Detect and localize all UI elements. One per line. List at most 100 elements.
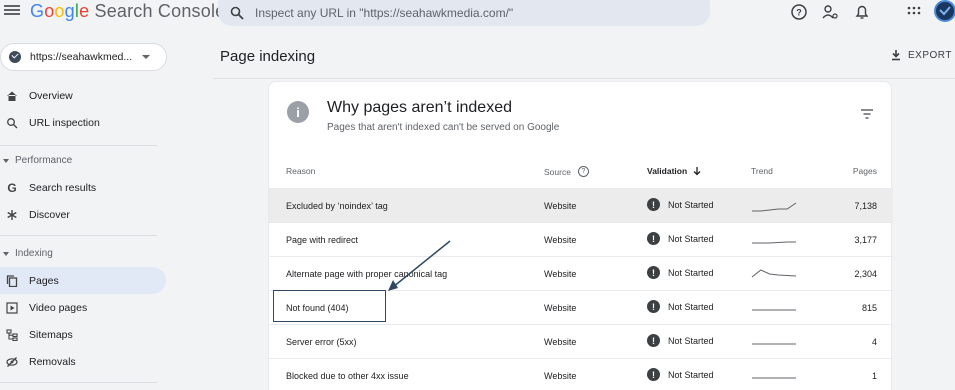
url-inspect-search[interactable] [218,0,710,26]
trend-sparkline [752,241,796,244]
validation-status: Not Started [668,267,714,278]
menu-icon[interactable] [4,3,20,19]
column-header-reason[interactable]: Reason [286,166,315,176]
reason-cell: Server error (5xx) [286,337,357,347]
check-icon [939,6,951,16]
sidebar-item-label: Discover [29,208,70,221]
app-logo[interactable]: Google Search Console [30,1,225,22]
chevron-down-icon [142,55,151,59]
trend-line [752,241,796,244]
section-label: Performance [15,155,73,166]
trend-sparkline [751,269,797,278]
sort-down-arrow-icon [693,167,701,176]
table-row[interactable]: Page with redirect Website! Not Started 3,1… [269,222,893,256]
pages-count: 7,138 [854,201,877,211]
search-icon [230,6,244,20]
export-button[interactable]: EXPORT [890,49,952,61]
apps-grid-icon[interactable] [905,3,923,21]
validation-cell: ! Not Started [647,334,714,347]
why-not-indexed-card: i Why pages aren’t indexed Pages that ar… [268,81,893,390]
logo-letter: G [30,1,45,21]
help-icon[interactable]: ? [577,166,589,177]
url-inspect-input[interactable] [255,6,695,20]
column-header-pages[interactable]: Pages [853,166,877,176]
sidebar-item-sitemaps[interactable]: Sitemaps [0,321,166,348]
column-header-label: Source [544,166,571,177]
filter-icon[interactable] [860,108,874,120]
validation-cell: ! Not Started [647,300,714,313]
column-header-trend[interactable]: Trend [751,166,773,176]
info-icon: i [287,101,309,123]
logo-letter: o [44,1,55,21]
sidebar-item-overview[interactable]: Overview [0,82,166,109]
reason-cell: Page with redirect [286,235,359,245]
sitemap-icon [5,328,19,342]
sidebar-item-label: Search results [29,181,97,194]
sidebar-item-label: Removals [29,355,76,368]
alert-icon: ! [647,266,660,279]
validation-cell: ! Not Started [647,198,714,211]
sidebar-item-pages[interactable]: Pages [0,267,166,294]
sidebar-item-removals[interactable]: Removals [0,348,166,375]
trend-line [752,202,797,212]
validation-cell: ! Not Started [647,368,714,381]
card-subtitle: Pages that aren't indexed can't be serve… [327,122,560,133]
property-selector[interactable]: https://seahawkmed... [0,43,167,71]
validation-status: Not Started [668,335,714,346]
alert-icon: ! [647,198,660,211]
sidebar-divider [0,235,157,236]
home-icon [5,89,19,103]
sidebar-item-label: Sitemaps [29,328,73,341]
source-cell: Website [544,235,577,245]
sidebar-item-video-pages[interactable]: Video pages [0,294,166,321]
alert-icon: ! [647,232,660,245]
source-cell: Website [544,337,577,347]
sidebar-item-discover[interactable]: Discover [0,201,166,228]
table-header: Reason Source? Validation Trend Pages [269,161,893,181]
sidebar-item-label: Pages [29,274,59,287]
removals-icon [5,355,19,369]
logo-product-name: Search Console [94,1,226,21]
validation-cell: ! Not Started [647,266,714,279]
reason-cell: Alternate page with proper canonical tag [286,269,448,279]
help-icon[interactable]: ? [790,3,808,21]
table-row[interactable]: Server error (5xx) Website! Not Started 4 [269,324,893,358]
column-header-validation[interactable]: Validation [647,166,702,176]
sidebar-item-url-inspection[interactable]: URL inspection [0,109,166,136]
top-bar: Google Search Console ? [0,0,955,28]
pages-count: 3,177 [854,235,877,245]
download-icon [892,50,900,61]
logo-letter: e [79,1,90,21]
table-row[interactable]: Alternate page with proper canonical tag… [269,256,893,290]
sidebar-divider [0,145,157,146]
card-title: Why pages aren’t indexed [327,99,512,116]
section-indexing[interactable]: Indexing [0,248,53,259]
section-performance[interactable]: Performance [0,155,72,166]
reason-cell: Excluded by ‘noindex’ tag [286,201,388,211]
alert-icon: ! [647,334,660,347]
user-admin-icon[interactable] [821,3,839,21]
column-header-label: Validation [647,166,688,176]
page-title: Page indexing [220,48,316,65]
validation-cell: ! Not Started [647,232,714,245]
asterisk-icon [5,208,19,222]
validation-status: Not Started [668,199,714,210]
bell-icon[interactable] [853,3,871,21]
avatar[interactable] [934,0,955,22]
sidebar-item-label: Video pages [29,301,88,314]
table-row[interactable]: Blocked due to other 4xx issue Website! No… [269,358,893,390]
validation-status: Not Started [668,233,714,244]
verified-property-icon [9,51,21,63]
annotation-highlight-box [273,290,386,322]
pages-count: 1 [871,371,877,381]
caret-icon [3,251,9,256]
column-header-source[interactable]: Source? [544,166,589,177]
pages-count: 815 [861,303,877,313]
logo-letter: o [54,1,65,21]
trend-sparkline [752,202,797,212]
source-cell: Website [544,303,577,313]
sidebar-item-search-results[interactable]: G Search results [0,174,166,201]
sidebar-item-label: URL inspection [29,116,100,129]
table-row[interactable]: Excluded by ‘noindex’ tag Website! Not Sta… [269,188,893,222]
validation-status: Not Started [668,301,714,312]
